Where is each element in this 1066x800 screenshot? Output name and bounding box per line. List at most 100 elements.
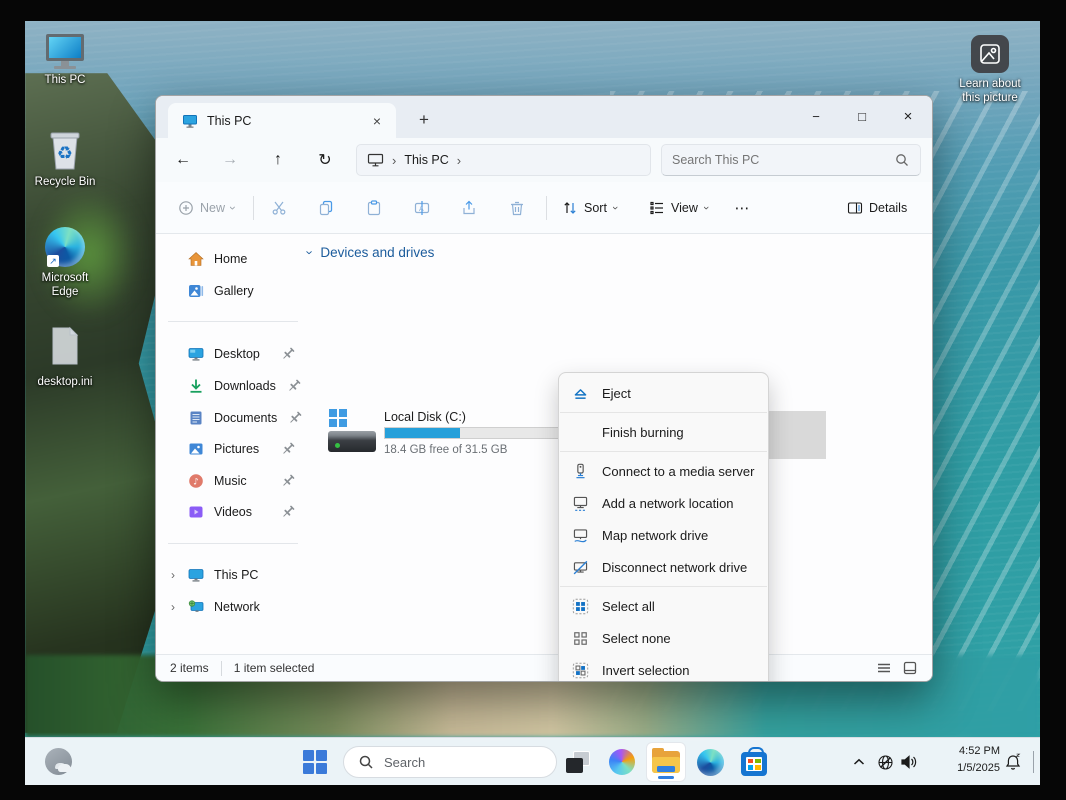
forward-button[interactable]: →: [213, 143, 247, 177]
new-button[interactable]: New ›: [170, 192, 243, 224]
sidebar-item-downloads[interactable]: Downloads: [164, 371, 302, 401]
copilot-button[interactable]: [602, 742, 642, 782]
see-more-button[interactable]: ⋯: [727, 192, 757, 224]
gallery-icon: [188, 283, 204, 299]
network-globe-icon[interactable]: [872, 748, 898, 776]
details-pane-button[interactable]: Details: [839, 192, 915, 224]
menu-item-eject[interactable]: Eject: [559, 377, 768, 409]
pin-icon: [280, 441, 296, 457]
desktop-icon-label: Recycle Bin: [34, 176, 96, 188]
taskbar-clock[interactable]: 4:52 PM 1/5/2025: [938, 743, 1000, 777]
drive-free-space: 18.4 GB free of 31.5 GB: [384, 444, 508, 456]
tray-chevron-up-button[interactable]: [846, 748, 872, 776]
tab-this-pc[interactable]: This PC ×: [168, 103, 396, 138]
menu-item-label: Connect to a media server: [602, 463, 755, 479]
sidebar-item-music[interactable]: ♪ Music: [164, 466, 302, 496]
details-view-icon[interactable]: [876, 660, 892, 676]
menu-item-select-none[interactable]: Select none: [559, 622, 768, 654]
refresh-button[interactable]: ↻: [308, 143, 342, 177]
sidebar-item-label: Downloads: [214, 379, 276, 393]
content-area: Home Gallery Desktop Downloads Documents…: [156, 234, 932, 681]
taskbar-search[interactable]: Search: [343, 746, 557, 778]
share-button[interactable]: [451, 192, 487, 224]
desktop-icon-this-pc[interactable]: This PC: [27, 34, 103, 87]
search-box[interactable]: [661, 144, 921, 176]
sidebar-item-pictures[interactable]: Pictures: [164, 434, 302, 464]
sidebar-item-label: Videos: [214, 505, 252, 519]
sidebar-item-desktop[interactable]: Desktop: [164, 339, 302, 369]
new-tab-button[interactable]: +: [410, 106, 438, 134]
file-explorer-icon: [652, 748, 680, 773]
no-icon-spacer: [572, 424, 589, 441]
disconnect-network-drive-icon: [572, 559, 589, 576]
music-icon: ♪: [188, 473, 204, 489]
recycle-bin-icon: ♻: [48, 129, 82, 171]
file-explorer-button[interactable]: [646, 742, 686, 782]
desktop-icon-microsoft-edge[interactable]: ↗ Microsoft Edge: [27, 227, 103, 300]
copy-button[interactable]: [308, 192, 344, 224]
drive-capacity-bar: [384, 427, 564, 439]
sidebar-item-network[interactable]: Network: [164, 592, 302, 622]
menu-item-label: Select all: [602, 598, 655, 614]
menu-item-map-network-drive[interactable]: Map network drive: [559, 519, 768, 551]
widgets-button[interactable]: [45, 748, 72, 775]
up-button[interactable]: ↑: [261, 143, 295, 177]
store-icon: [741, 747, 767, 776]
menu-item-disconnect-network-drive[interactable]: Disconnect network drive: [559, 551, 768, 583]
sidebar-item-documents[interactable]: Documents: [164, 403, 302, 433]
task-view-button[interactable]: [558, 742, 598, 782]
sort-button-label: Sort: [584, 201, 607, 215]
breadcrumb-chevron-icon: ›: [456, 152, 462, 168]
command-toolbar: New › A Sort › View › ⋯ Details: [156, 182, 932, 234]
group-header-devices-and-drives[interactable]: › Devices and drives: [303, 245, 435, 260]
search-input[interactable]: [672, 153, 894, 167]
copilot-icon: [609, 749, 635, 775]
file-explorer-window: This PC × + − □ × ← → ↑ ↻ › This PC › Se…: [155, 95, 933, 682]
sidebar-item-gallery[interactable]: Gallery: [164, 276, 302, 306]
chevron-down-icon: ›: [699, 206, 712, 210]
menu-item-finish-burning[interactable]: Finish burning: [559, 416, 768, 448]
minimize-button[interactable]: −: [794, 96, 838, 136]
desktop-folder-icon: [188, 346, 204, 362]
desktop-icon-learn-about-picture[interactable]: Learn about this picture: [952, 35, 1028, 106]
sidebar-item-home[interactable]: Home: [164, 244, 302, 274]
breadcrumb-this-pc[interactable]: This PC: [404, 153, 448, 167]
sidebar-item-videos[interactable]: Videos: [164, 497, 302, 527]
volume-icon[interactable]: [896, 748, 922, 776]
sidebar-item-label: This PC: [214, 568, 259, 582]
close-button[interactable]: ×: [886, 96, 930, 136]
eject-icon: [572, 385, 589, 402]
network-icon: [188, 599, 204, 615]
rename-button[interactable]: A: [404, 192, 440, 224]
maximize-button[interactable]: □: [840, 96, 884, 136]
back-button[interactable]: ←: [166, 143, 200, 177]
menu-item-connect-media-server[interactable]: Connect to a media server: [559, 455, 768, 487]
address-bar[interactable]: › This PC ›: [356, 144, 651, 176]
pin-icon: [280, 504, 296, 520]
delete-button[interactable]: [499, 192, 535, 224]
cut-button[interactable]: [261, 192, 297, 224]
sidebar-item-label: Music: [214, 474, 247, 488]
monitor-icon: [182, 113, 198, 129]
start-button[interactable]: [295, 742, 335, 782]
view-button[interactable]: View ›: [641, 192, 716, 224]
menu-item-invert-selection[interactable]: Invert selection: [559, 654, 768, 681]
notification-bell-icon[interactable]: [1000, 748, 1026, 776]
new-button-label: New: [200, 201, 226, 215]
details-button-label: Details: [869, 201, 908, 215]
desktop-icon-desktop-ini[interactable]: desktop.ini: [27, 326, 103, 389]
paste-button[interactable]: [356, 192, 392, 224]
desktop-icon-recycle-bin[interactable]: ♻ Recycle Bin: [27, 129, 103, 189]
documents-icon: [188, 410, 204, 426]
store-button[interactable]: [734, 742, 774, 782]
show-desktop-button[interactable]: [1033, 751, 1034, 773]
edge-button[interactable]: [690, 742, 730, 782]
tab-close-button[interactable]: ×: [366, 110, 388, 132]
local-disk-tile[interactable]: Local Disk (C:) 18.4 GB free of 31.5 GB: [324, 409, 564, 459]
sidebar-item-this-pc[interactable]: This PC: [164, 560, 302, 590]
sort-button[interactable]: Sort ›: [554, 192, 625, 224]
collapse-chevron-icon[interactable]: ›: [303, 250, 318, 254]
menu-item-select-all[interactable]: Select all: [559, 590, 768, 622]
menu-item-add-network-location[interactable]: Add a network location: [559, 487, 768, 519]
large-icons-view-icon[interactable]: [902, 660, 918, 676]
